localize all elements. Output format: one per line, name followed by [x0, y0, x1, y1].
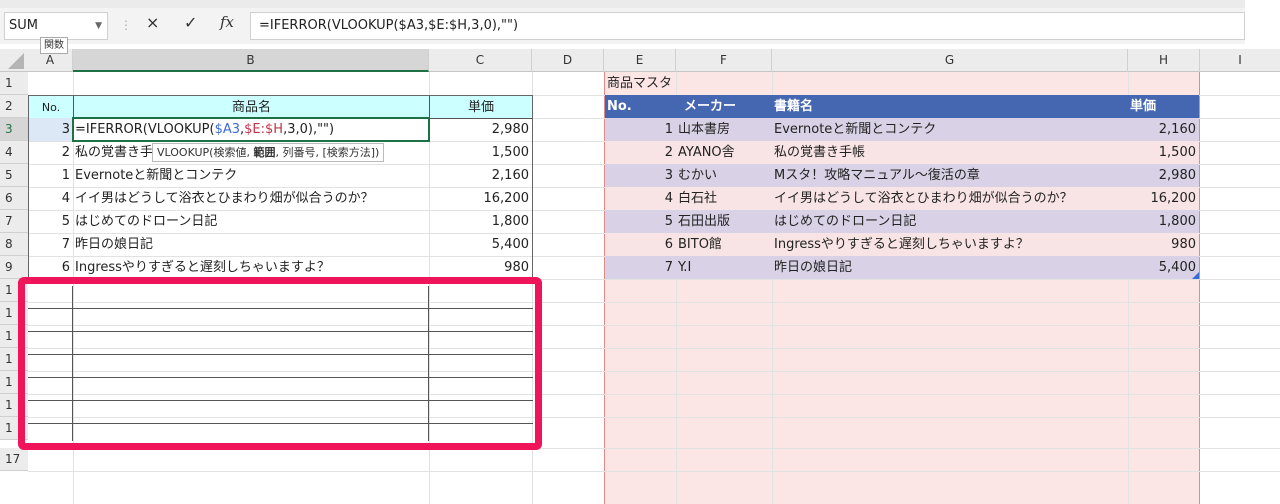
master-cell-maker[interactable]: 山本書房 — [676, 118, 772, 141]
master-header-price[interactable]: 単価 — [1128, 95, 1199, 118]
column-header-f[interactable]: F — [676, 49, 772, 72]
column-header-b[interactable]: B — [73, 49, 429, 72]
row-header[interactable]: 3 — [0, 118, 28, 141]
formula-bar: SUM ▼ ⋮ × ✓ fx =IFERROR(VLOOKUP($A3,$E:$… — [0, 0, 1245, 44]
master-header-title[interactable]: 書籍名 — [772, 95, 1128, 118]
master-cell-maker[interactable]: 石田出版 — [676, 210, 772, 233]
master-cell-no[interactable]: 7 — [605, 256, 676, 279]
row-header[interactable]: 9 — [0, 256, 28, 279]
cell-b9[interactable]: Ingressやりすぎると遅刻しちゃいますよ？ — [73, 256, 429, 279]
master-cell-no[interactable]: 6 — [605, 233, 676, 256]
master-cell-no[interactable]: 1 — [605, 118, 676, 141]
highlight-annotation — [18, 277, 542, 450]
cell-c4[interactable]: 1,500 — [429, 141, 532, 164]
cell-c6[interactable]: 16,200 — [429, 187, 532, 210]
master-cell-price[interactable]: 16,200 — [1128, 187, 1199, 210]
cell-a5[interactable]: 1 — [28, 164, 73, 187]
master-cell-no[interactable]: 4 — [605, 187, 676, 210]
master-cell-price[interactable]: 1,800 — [1128, 210, 1199, 233]
master-cell-price[interactable]: 5,400 — [1128, 256, 1199, 279]
master-header-no[interactable]: No. — [605, 95, 676, 118]
master-cell-title[interactable]: はじめてのドローン日記 — [772, 210, 1128, 233]
tooltip-suffix: , 列番号, [検索方法]) — [275, 146, 380, 159]
column-header-c[interactable]: C — [429, 49, 532, 72]
cell-c5[interactable]: 2,160 — [429, 164, 532, 187]
header-product-name[interactable]: 商品名 — [73, 95, 430, 119]
cell-c3[interactable]: 2,980 — [429, 118, 532, 141]
cell-a7[interactable]: 5 — [28, 210, 73, 233]
master-cell-maker[interactable]: むかい — [676, 164, 772, 187]
cell-b8[interactable]: 昨日の娘日記 — [73, 233, 429, 256]
cell-b6[interactable]: イイ男はどうして浴衣とひまわり畑が似合うのか？ — [73, 187, 429, 210]
column-header-e[interactable]: E — [604, 49, 676, 72]
tooltip-prefix: VLOOKUP(検索値, — [157, 146, 254, 159]
header-price[interactable]: 単価 — [429, 95, 533, 119]
function-tooltip: 関数 — [40, 37, 68, 54]
cell-a8[interactable]: 7 — [28, 233, 73, 256]
insert-function-icon[interactable]: fx — [220, 13, 234, 31]
master-cell-no[interactable]: 2 — [605, 141, 676, 164]
active-cell-border — [72, 117, 430, 142]
master-cell-maker[interactable]: 白石社 — [676, 187, 772, 210]
cell-a4[interactable]: 2 — [28, 141, 73, 164]
cell-c7[interactable]: 1,800 — [429, 210, 532, 233]
master-cell-title[interactable]: 昨日の娘日記 — [772, 256, 1128, 279]
master-cell-price[interactable]: 2,980 — [1128, 164, 1199, 187]
row-header[interactable]: 17 — [0, 448, 28, 471]
cell-c9[interactable]: 980 — [429, 256, 532, 279]
header-no[interactable]: No. — [28, 95, 74, 119]
column-header-row: A B C D E F G H I — [0, 49, 1280, 72]
grid-line — [28, 471, 1280, 472]
master-cell-title[interactable]: Evernoteと新聞とコンテク — [772, 118, 1128, 141]
master-cell-title[interactable]: Ingressやりすぎると遅刻しちゃいますよ？ — [772, 233, 1128, 256]
master-title: 商品マスタ — [607, 76, 673, 91]
formula-input[interactable]: =IFERROR(VLOOKUP($A3,$E:$H,3,0),"") — [250, 12, 1245, 40]
master-cell-maker[interactable]: Y.I — [676, 256, 772, 279]
cell-a3[interactable]: 3 — [28, 118, 73, 141]
triangle-marker-icon — [1192, 272, 1199, 279]
select-all-corner[interactable] — [0, 49, 28, 72]
master-cell-title[interactable]: 私の覚書き手帳 — [772, 141, 1128, 164]
cell-b7[interactable]: はじめてのドローン日記 — [73, 210, 429, 233]
row-header[interactable]: 5 — [0, 164, 28, 187]
function-autocomplete-tooltip: VLOOKUP(検索値, 範囲, 列番号, [検索方法]) — [152, 143, 385, 162]
cell-c8[interactable]: 5,400 — [429, 233, 532, 256]
cell-a9[interactable]: 6 — [28, 256, 73, 279]
column-header-g[interactable]: G — [772, 49, 1128, 72]
master-cell-price[interactable]: 2,160 — [1128, 118, 1199, 141]
column-header-h[interactable]: H — [1128, 49, 1200, 72]
master-cell-price[interactable]: 980 — [1128, 233, 1199, 256]
row-header[interactable]: 7 — [0, 210, 28, 233]
column-header-d[interactable]: D — [532, 49, 604, 72]
master-cell-no[interactable]: 3 — [605, 164, 676, 187]
master-cell-maker[interactable]: BITO館 — [676, 233, 772, 256]
enter-icon[interactable]: ✓ — [184, 13, 197, 32]
tooltip-bold-arg: 範囲 — [253, 146, 276, 159]
column-header-i[interactable]: I — [1200, 49, 1280, 72]
row-header[interactable]: 2 — [0, 95, 28, 118]
row-header[interactable]: 4 — [0, 141, 28, 164]
row-header[interactable]: 8 — [0, 233, 28, 256]
row-header[interactable]: 1 — [0, 72, 28, 95]
name-box-value: SUM — [9, 18, 38, 33]
row-header[interactable]: 6 — [0, 187, 28, 210]
master-header-maker[interactable]: メーカー — [676, 95, 772, 118]
more-icon: ⋮ — [120, 18, 132, 32]
master-cell-price[interactable]: 1,500 — [1128, 141, 1199, 164]
ribbon-edge — [0, 0, 1245, 8]
cell-b5[interactable]: Evernoteと新聞とコンテク — [73, 164, 429, 187]
master-cell-maker[interactable]: AYANO舎 — [676, 141, 772, 164]
master-cell-title[interactable]: Mスタ！攻略マニュアル〜復活の章 — [772, 164, 1128, 187]
cell-a6[interactable]: 4 — [28, 187, 73, 210]
chevron-down-icon[interactable]: ▼ — [95, 13, 102, 39]
master-cell-title[interactable]: イイ男はどうして浴衣とひまわり畑が似合うのか？ — [772, 187, 1128, 210]
master-cell-no[interactable]: 5 — [605, 210, 676, 233]
cancel-icon[interactable]: × — [146, 13, 159, 32]
name-box[interactable]: SUM ▼ — [4, 12, 108, 40]
